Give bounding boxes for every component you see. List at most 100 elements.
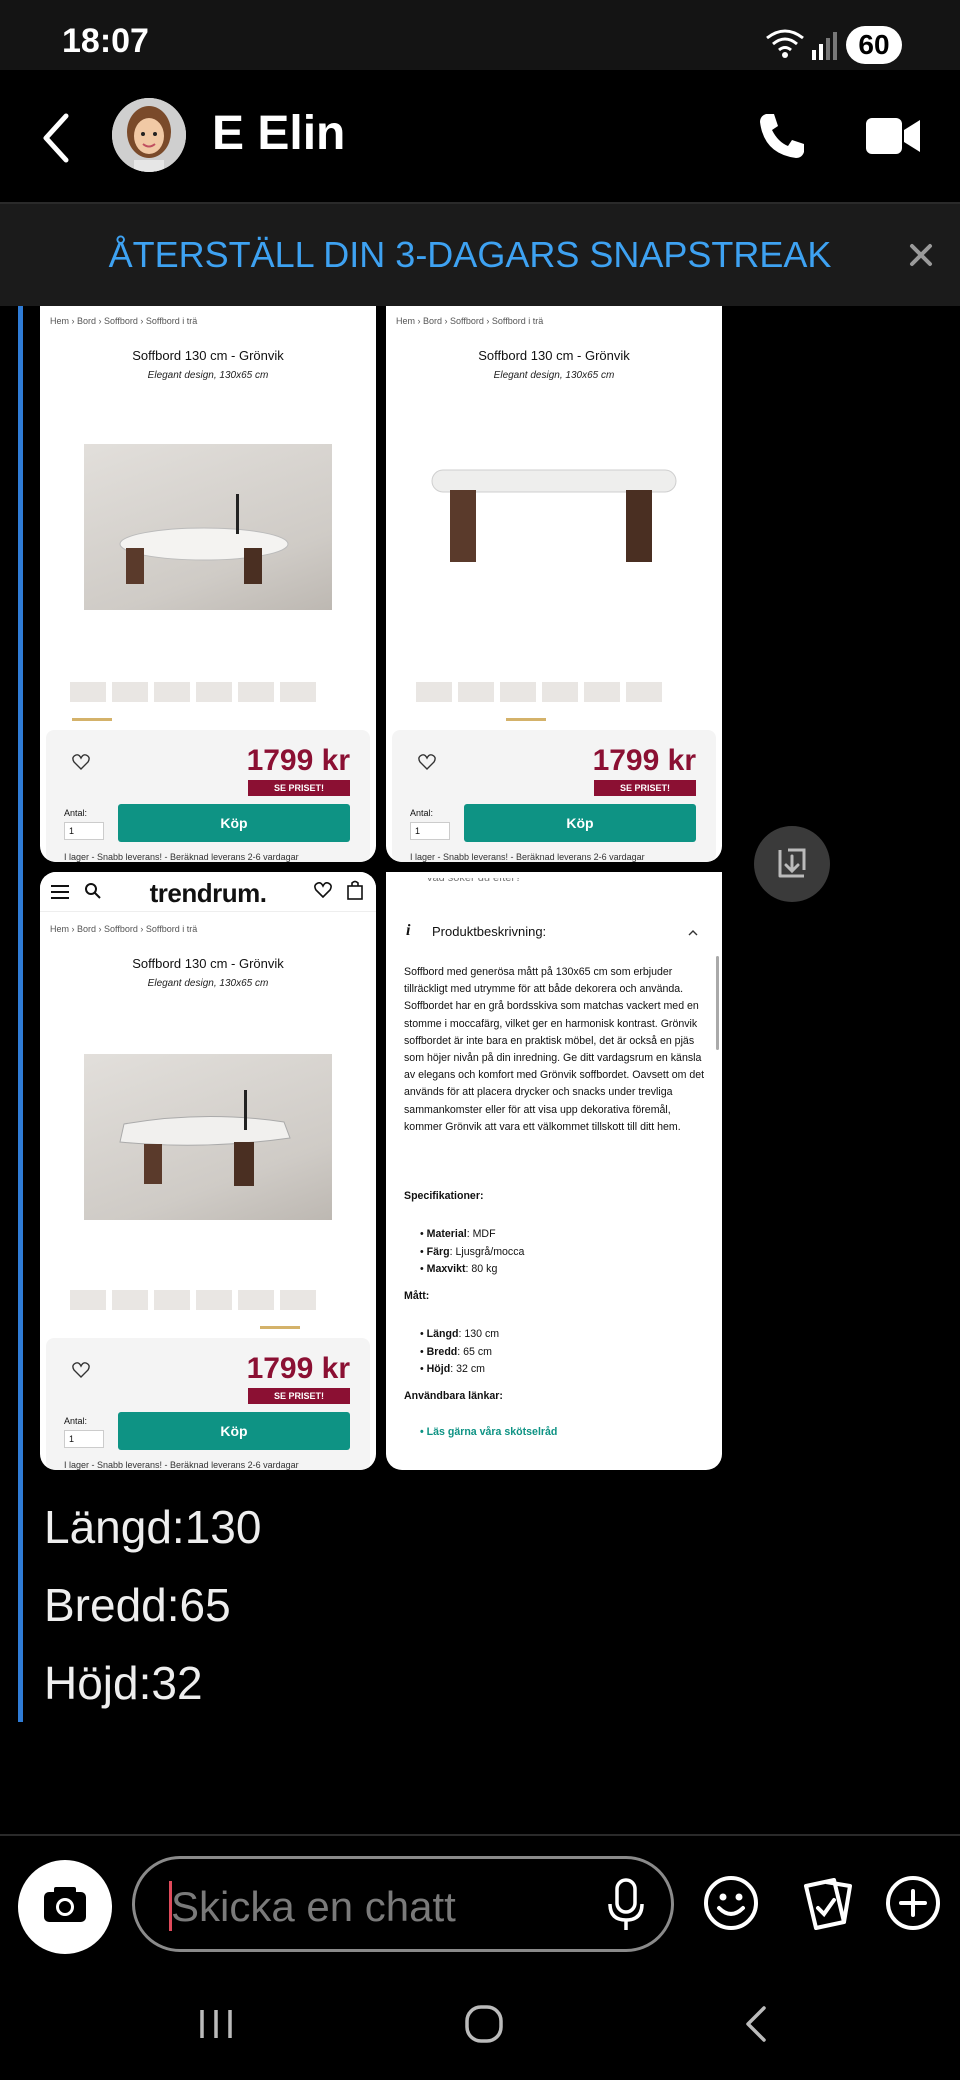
avatar[interactable] [112, 98, 186, 172]
dimensions-heading: Mått: [404, 1290, 430, 1302]
phone-call-icon[interactable] [756, 110, 808, 162]
system-nav-bar [0, 1974, 960, 2080]
product-image [426, 456, 682, 586]
video-call-icon[interactable] [866, 114, 922, 158]
qty-label: Antal: [64, 808, 88, 818]
signal-icon [812, 32, 837, 60]
message-sender-bar [18, 306, 23, 1722]
message-text: Höjd:32 [44, 1657, 203, 1709]
product-screenshot-2[interactable]: Hem › Bord › Soffbord › Soffbord i trä S… [386, 306, 722, 862]
product-description-screenshot[interactable]: Vad söker du efter? i Produktbeskrivning… [386, 872, 722, 1470]
snapstreak-text[interactable]: ÅTERSTÄLL DIN 3-DAGARS SNAPSTREAK [0, 234, 940, 276]
breadcrumb: Hem › Bord › Soffbord › Soffbord i trä [396, 316, 544, 326]
chat-header: E Elin [0, 70, 960, 204]
description-body: Soffbord med generösa mått på 130x65 cm … [404, 966, 705, 1133]
list-item: • Material: MDF [420, 1228, 496, 1240]
contact-name[interactable]: E Elin [212, 106, 345, 161]
snapstreak-banner[interactable]: ÅTERSTÄLL DIN 3-DAGARS SNAPSTREAK [0, 204, 960, 306]
camera-button[interactable] [18, 1860, 112, 1954]
home-icon[interactable] [462, 2002, 506, 2046]
buy-button[interactable]: Köp [464, 804, 696, 842]
save-media-button[interactable] [754, 826, 830, 902]
price: 1799 kr [246, 1352, 350, 1385]
spec-heading: Specifikationer: [404, 1190, 484, 1202]
chat-input-bar: Skicka en chatt [0, 1834, 960, 1974]
microphone-icon[interactable] [606, 1878, 646, 1934]
back-icon[interactable] [736, 2002, 776, 2046]
product-title: Soffbord 130 cm - Grönvik [478, 348, 630, 363]
status-bar: 18:07 60 [0, 0, 960, 70]
dimensions-list: • Längd: 130 cm • Bredd: 65 cm • Höjd: 3… [420, 1326, 499, 1379]
product-subtitle: Elegant design, 130x65 cm [147, 370, 269, 381]
breadcrumb: Hem › Bord › Soffbord › Soffbord i trä [50, 924, 198, 934]
list-item: • Höjd: 32 cm [420, 1363, 485, 1376]
list-item: • Färg: Ljusgrå/mocca [420, 1245, 525, 1258]
price: 1799 kr [592, 744, 696, 777]
stock-text: I lager - Snabb leverans! - Beräknad lev… [410, 852, 645, 862]
cart-icon[interactable] [346, 880, 364, 900]
list-item: • Längd: 130 cm [420, 1328, 500, 1340]
spec-list: • Material: MDF • Färg: Ljusgrå/mocca • … [420, 1226, 524, 1279]
recent-apps-icon[interactable] [196, 2004, 236, 2044]
buy-box: 1799 kr SE PRISET! Antal: 1 Köp I lager … [46, 1338, 370, 1470]
wifi-icon [766, 29, 804, 58]
scrollbar[interactable] [716, 956, 719, 1050]
camera-icon [44, 1887, 86, 1922]
price: 1799 kr [246, 744, 350, 777]
qty-label: Antal: [64, 1416, 88, 1426]
product-title: Soffbord 130 cm - Grönvik [132, 348, 284, 363]
back-arrow-icon[interactable] [36, 110, 76, 166]
list-item: • Maxvikt: 80 kg [420, 1263, 498, 1276]
active-thumb-indicator [260, 1326, 300, 1329]
heart-icon[interactable] [72, 1362, 90, 1378]
product-subtitle: Elegant design, 130x65 cm [147, 978, 269, 989]
buy-button[interactable]: Köp [118, 1412, 350, 1450]
site-header: trendrum. [40, 872, 376, 912]
message-text: Bredd:65 [44, 1579, 231, 1631]
active-thumb-indicator [506, 718, 546, 721]
thumbnail-strip[interactable] [70, 1290, 322, 1314]
close-icon[interactable] [904, 238, 938, 272]
product-subtitle: Elegant design, 130x65 cm [493, 370, 615, 381]
care-link[interactable]: • Läs gärna våra skötselråd [420, 1426, 557, 1438]
price-badge: SE PRISET! [248, 780, 350, 796]
download-icon [778, 848, 806, 878]
product-image [84, 1054, 332, 1220]
price-badge: SE PRISET! [594, 780, 696, 796]
emoji-icon[interactable] [702, 1874, 760, 1932]
message-text: Längd:130 [44, 1501, 262, 1553]
heart-icon[interactable] [418, 754, 436, 770]
qty-input[interactable]: 1 [410, 822, 450, 840]
chat-placeholder: Skicka en chatt [171, 1883, 456, 1930]
plus-icon[interactable] [884, 1874, 942, 1932]
breadcrumb: Hem › Bord › Soffbord › Soffbord i trä [50, 316, 198, 326]
stock-text: I lager - Snabb leverans! - Beräknad lev… [64, 852, 299, 862]
links-heading: Användbara länkar: [404, 1390, 503, 1402]
product-title: Soffbord 130 cm - Grönvik [132, 956, 284, 971]
product-screenshot-3[interactable]: trendrum. Hem › Bord › Soffbord › Soffbo… [40, 872, 376, 1470]
price-badge: SE PRISET! [248, 1388, 350, 1404]
product-image [84, 444, 332, 610]
bitmoji-avatar-icon [112, 98, 186, 172]
qty-label: Antal: [410, 808, 434, 818]
chat-input[interactable]: Skicka en chatt [132, 1856, 674, 1952]
thumbnail-strip[interactable] [416, 682, 668, 706]
site-search-input[interactable]: Vad söker du efter? [426, 878, 521, 884]
battery-indicator: 60 [846, 26, 902, 64]
qty-input[interactable]: 1 [64, 822, 104, 840]
buy-box: 1799 kr SE PRISET! Antal: 1 Köp I lager … [392, 730, 716, 862]
heart-icon[interactable] [72, 754, 90, 770]
list-item: • Bredd: 65 cm [420, 1345, 493, 1358]
info-icon: i [406, 922, 411, 939]
buy-box: 1799 kr SE PRISET! Antal: 1 Köp I lager … [46, 730, 370, 862]
heart-icon[interactable] [314, 882, 332, 898]
chevron-up-icon[interactable] [688, 928, 698, 936]
status-time: 18:07 [62, 22, 149, 60]
buy-button[interactable]: Köp [118, 804, 350, 842]
product-screenshot-1[interactable]: Hem › Bord › Soffbord › Soffbord i trä S… [40, 306, 376, 862]
memories-sticker-icon[interactable] [800, 1874, 856, 1932]
description-heading[interactable]: Produktbeskrivning: [432, 924, 546, 939]
thumbnail-strip[interactable] [70, 682, 322, 706]
qty-input[interactable]: 1 [64, 1430, 104, 1448]
active-thumb-indicator [72, 718, 112, 721]
